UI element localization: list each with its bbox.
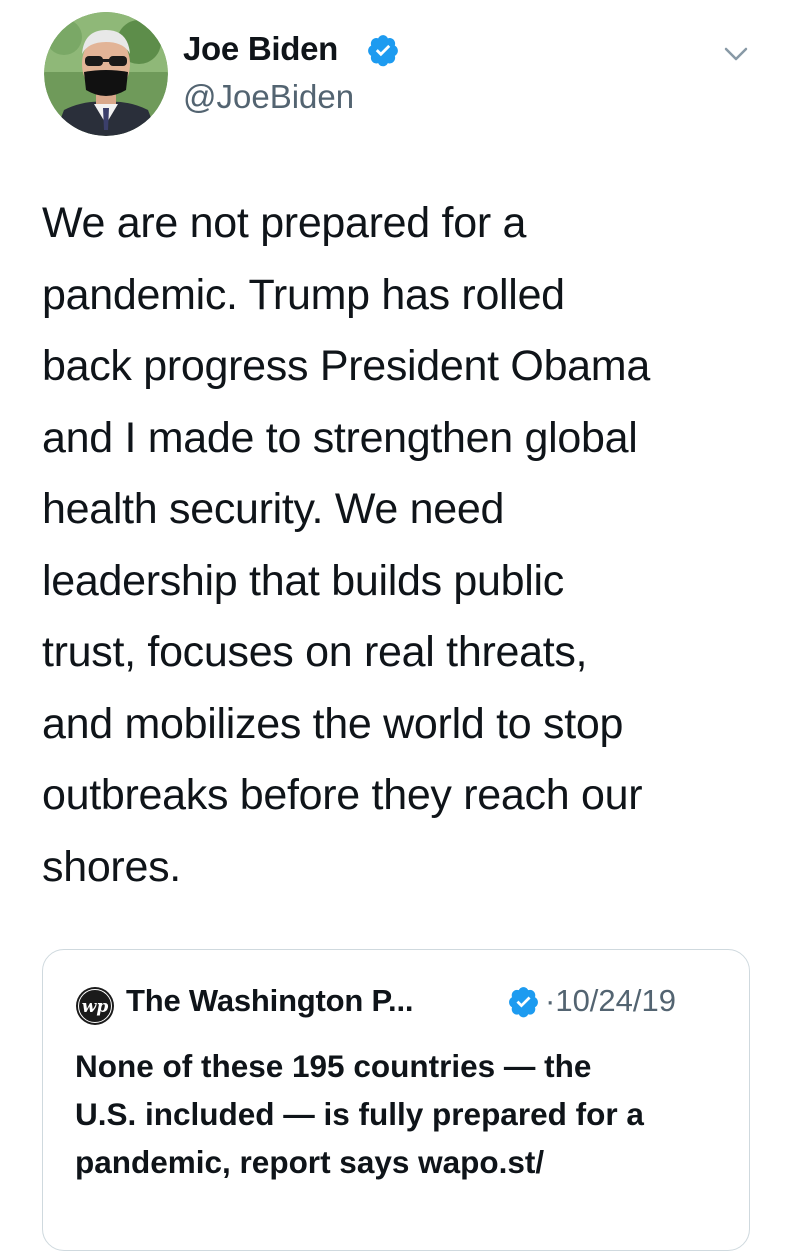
author-name[interactable]: Joe Biden [183, 30, 338, 68]
quoted-author-name: The Washington P... [126, 983, 414, 1018]
quoted-tweet-date: ·10/24/19 [545, 983, 676, 1018]
wp-logo-icon: wp [76, 987, 114, 1025]
tweet-text-line: back progress President Obama [42, 342, 650, 390]
tweet-text-line: and mobilizes the world to stop [42, 699, 624, 748]
tweet-text-line: health security. We need [42, 485, 505, 533]
tweet-text: We are not prepared for a pandemic. Trum… [42, 188, 762, 903]
verified-badge-icon [509, 987, 538, 1018]
tweet-text-line: leadership that builds public [42, 556, 564, 605]
tweet: Joe Biden @JoeBiden We are not prepared … [0, 0, 791, 1251]
tweet-text-line: shores. [42, 842, 181, 891]
quoted-tweet-text: None of these 195 countries — the U.S. i… [75, 1042, 735, 1186]
tweet-text-line: and I made to strengthen global [42, 413, 638, 462]
tweet-text-line: pandemic. Trump has rolled [42, 270, 565, 319]
author-handle[interactable]: @JoeBiden [183, 78, 354, 116]
tweet-text-line: We are not prepared for a [42, 199, 527, 247]
avatar[interactable] [44, 12, 168, 136]
quoted-tweet-card[interactable]: wp The Washington P... ·10/24/19 None of… [42, 949, 750, 1251]
tweet-text-line: outbreaks before they reach our [42, 771, 643, 819]
chevron-down-icon[interactable] [720, 38, 752, 70]
verified-badge-icon [368, 35, 398, 67]
quoted-text-line: U.S. included — is fully prepared for a [75, 1096, 644, 1132]
wp-logo-text: wp [82, 997, 109, 1017]
tweet-text-line: trust, focuses on real threats, [42, 628, 588, 676]
profile-photo [44, 12, 168, 136]
quoted-text-line: pandemic, report says wapo.st/ [75, 1144, 545, 1180]
quoted-text-line: None of these 195 countries — the [75, 1048, 592, 1084]
